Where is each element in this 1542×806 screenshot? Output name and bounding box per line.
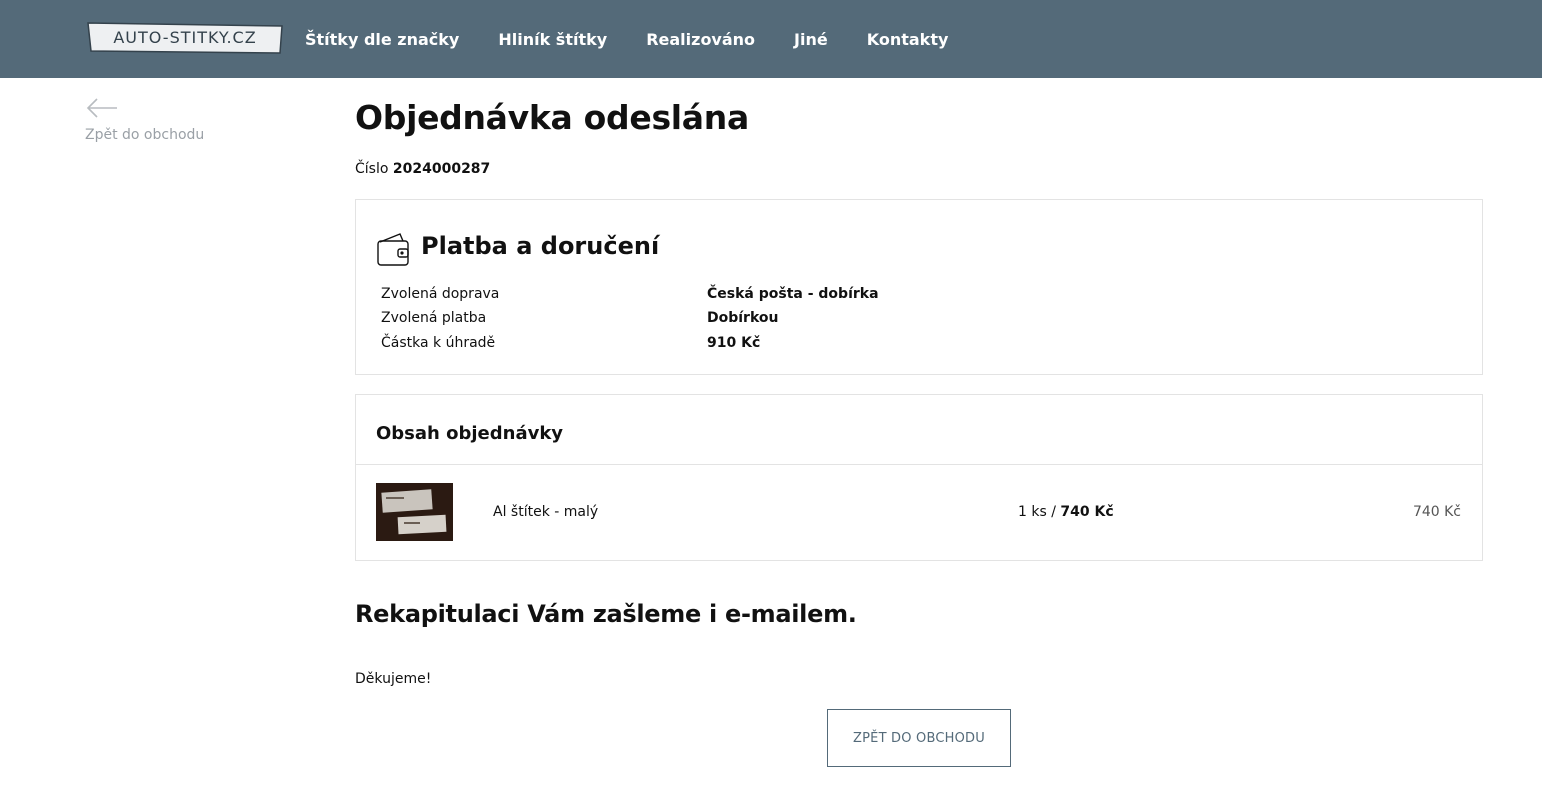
item-total: 740 Kč	[1412, 504, 1461, 520]
site-logo[interactable]: AUTO-STITKY.CZ	[86, 21, 284, 55]
payment-delivery-card: Platba a doručení Zvolená doprava Česká …	[355, 199, 1483, 375]
page-title: Objednávka odeslána	[355, 98, 749, 137]
shipping-label: Zvolená doprava	[381, 286, 500, 302]
order-number: Číslo 2024000287	[355, 161, 490, 177]
nav-item-kontakty[interactable]: Kontakty	[867, 30, 949, 49]
order-content-title: Obsah objednávky	[356, 395, 1482, 465]
order-number-label: Číslo	[355, 161, 389, 177]
nav-item-jine[interactable]: Jiné	[794, 30, 828, 49]
wallet-icon	[377, 233, 409, 266]
item-name: Al štítek - malý	[493, 504, 599, 520]
nav-item-hlinik-stitky[interactable]: Hliník štítky	[498, 30, 607, 49]
recap-heading: Rekapitulaci Vám zašleme i e-mailem.	[355, 600, 857, 628]
payment-value: Dobírkou	[707, 310, 779, 326]
order-number-value: 2024000287	[392, 161, 491, 177]
payment-delivery-title: Platba a doručení	[421, 232, 660, 260]
payment-label: Zvolená platba	[381, 310, 487, 326]
item-unit-price: 740 Kč	[1060, 504, 1114, 520]
back-to-shop-link[interactable]: Zpět do obchodu	[85, 96, 204, 143]
back-to-shop-button[interactable]: Zpět do obchodu	[827, 709, 1011, 767]
amount-due-value: 910 Kč	[707, 335, 761, 351]
back-link-label: Zpět do obchodu	[85, 127, 205, 143]
item-quantity: 1 ks	[1018, 504, 1047, 520]
logo-text: AUTO-STITKY.CZ	[113, 28, 257, 47]
top-navigation-bar: AUTO-STITKY.CZ Štítky dle značky Hliník …	[0, 0, 1542, 78]
arrow-left-icon	[86, 98, 117, 118]
amount-due-label: Částka k úhradě	[381, 335, 496, 351]
nav-item-realizovano[interactable]: Realizováno	[646, 30, 755, 49]
item-quantity-price: 1 ks / 740 Kč	[1018, 504, 1114, 520]
thanks-text: Děkujeme!	[355, 671, 432, 687]
main-nav: Štítky dle značky Hliník štítky Realizov…	[305, 0, 987, 78]
shipping-value: Česká pošta - dobírka	[707, 286, 879, 302]
order-content-card: Obsah objednávky Al štítek - malý 1 ks /…	[355, 394, 1483, 561]
nav-item-stitky-dle-znacky[interactable]: Štítky dle značky	[305, 30, 459, 49]
product-thumbnail[interactable]	[376, 483, 453, 541]
